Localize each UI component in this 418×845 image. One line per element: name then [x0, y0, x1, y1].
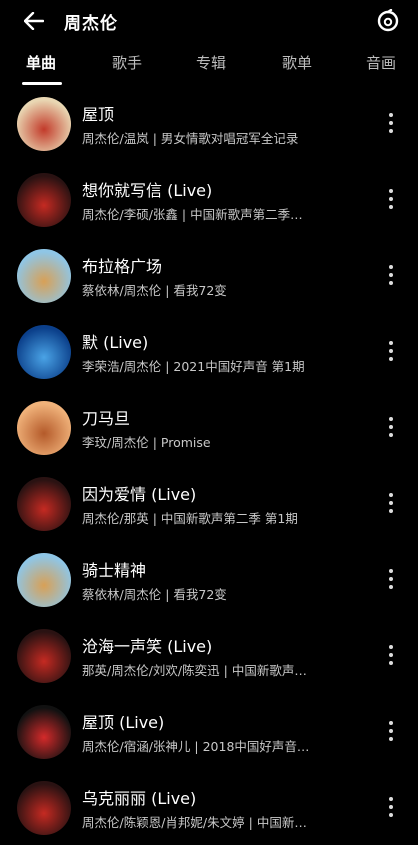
song-title: 刀马旦	[82, 409, 131, 428]
song-album: 男女情歌对唱冠军全记录	[160, 131, 299, 146]
song-row[interactable]: 屋顶 周杰伦/温岚 | 男女情歌对唱冠军全记录	[0, 85, 418, 161]
album-cover	[17, 553, 71, 607]
top-bar: 周杰伦	[0, 0, 418, 42]
meta-separator: |	[161, 587, 174, 602]
song-meta: 那英/周杰伦/刘欢/陈奕迅 | 中国新歌声…	[82, 660, 362, 679]
more-options-icon[interactable]	[386, 265, 396, 285]
more-options-icon[interactable]	[386, 113, 396, 133]
meta-separator: |	[148, 511, 161, 526]
song-meta: 李玟/周杰伦 | Promise	[82, 432, 362, 451]
meta-separator: |	[161, 359, 174, 374]
song-artists: 那英/周杰伦/刘欢/陈奕迅	[82, 663, 220, 678]
song-title: 因为爱情 (Live)	[82, 485, 197, 504]
album-cover	[17, 249, 71, 303]
meta-separator: |	[190, 739, 203, 754]
song-row[interactable]: 想你就写信 (Live) 周杰伦/李硕/张鑫 | 中国新歌声第二季…	[0, 161, 418, 237]
song-list: 屋顶 周杰伦/温岚 | 男女情歌对唱冠军全记录 想你就写信 (Live) 周杰伦…	[0, 85, 418, 845]
song-artists: 周杰伦/陈颖恩/肖邦妮/朱文婷	[82, 815, 245, 830]
song-meta: 蔡依林/周杰伦 | 看我72变	[82, 584, 362, 603]
album-cover	[17, 325, 71, 379]
meta-separator: |	[148, 131, 161, 146]
song-meta: 周杰伦/陈颖恩/肖邦妮/朱文婷 | 中国新…	[82, 812, 362, 831]
song-album: 看我72变	[173, 283, 227, 298]
song-artists: 李玟/周杰伦	[82, 435, 149, 450]
meta-separator: |	[161, 283, 174, 298]
song-title: 布拉格广场	[82, 257, 163, 276]
more-options-icon[interactable]	[386, 189, 396, 209]
more-options-icon[interactable]	[386, 797, 396, 817]
song-artists: 蔡依林/周杰伦	[82, 283, 162, 298]
song-artists: 周杰伦/那英	[82, 511, 149, 526]
album-cover	[17, 97, 71, 151]
song-title: 骑士精神	[82, 561, 147, 580]
song-row[interactable]: 沧海一声笑 (Live) 那英/周杰伦/刘欢/陈奕迅 | 中国新歌声…	[0, 617, 418, 693]
song-row[interactable]: 因为爱情 (Live) 周杰伦/那英 | 中国新歌声第二季 第1期	[0, 465, 418, 541]
song-row[interactable]: 乌克丽丽 (Live) 周杰伦/陈颖恩/肖邦妮/朱文婷 | 中国新…	[0, 769, 418, 845]
meta-separator: |	[244, 815, 257, 830]
meta-separator: |	[219, 663, 232, 678]
page-title: 周杰伦	[64, 13, 118, 34]
song-row[interactable]: 布拉格广场 蔡依林/周杰伦 | 看我72变	[0, 237, 418, 313]
song-row[interactable]: 刀马旦 李玟/周杰伦 | Promise	[0, 389, 418, 465]
tab-playlist[interactable]: 歌单	[282, 52, 312, 73]
song-artists: 周杰伦/温岚	[82, 131, 149, 146]
song-album: Promise	[160, 435, 211, 450]
song-album: 中国新歌声…	[231, 663, 307, 678]
song-row[interactable]: 屋顶 (Live) 周杰伦/宿涵/张神儿 | 2018中国好声音…	[0, 693, 418, 769]
back-arrow-icon[interactable]	[22, 9, 46, 33]
song-title: 屋顶 (Live)	[82, 713, 165, 732]
tab-bar: 单曲 歌手 专辑 歌单 音画	[0, 42, 418, 90]
song-title: 乌克丽丽 (Live)	[82, 789, 197, 808]
more-options-icon[interactable]	[386, 569, 396, 589]
song-meta: 周杰伦/李硕/张鑫 | 中国新歌声第二季…	[82, 204, 362, 223]
song-artists: 周杰伦/李硕/张鑫	[82, 207, 178, 222]
meta-separator: |	[177, 207, 191, 222]
more-options-icon[interactable]	[386, 721, 396, 741]
song-meta: 蔡依林/周杰伦 | 看我72变	[82, 280, 362, 299]
song-album: 2021中国好声音 第1期	[173, 359, 305, 374]
tab-album[interactable]: 专辑	[196, 52, 226, 73]
album-cover	[17, 173, 71, 227]
song-album: 中国新歌声第二季…	[190, 207, 303, 222]
tab-video[interactable]: 音画	[366, 52, 396, 73]
netease-music-logo-icon[interactable]	[376, 8, 400, 33]
tab-single[interactable]: 单曲	[26, 52, 56, 73]
song-artists: 周杰伦/宿涵/张神儿	[82, 739, 191, 754]
album-cover	[17, 477, 71, 531]
album-cover	[17, 401, 71, 455]
tab-artist[interactable]: 歌手	[112, 52, 142, 73]
more-options-icon[interactable]	[386, 493, 396, 513]
song-row[interactable]: 默 (Live) 李荣浩/周杰伦 | 2021中国好声音 第1期	[0, 313, 418, 389]
song-meta: 周杰伦/那英 | 中国新歌声第二季 第1期	[82, 508, 362, 527]
song-album: 2018中国好声音…	[202, 739, 310, 754]
song-artists: 蔡依林/周杰伦	[82, 587, 162, 602]
album-cover	[17, 629, 71, 683]
more-options-icon[interactable]	[386, 341, 396, 361]
song-title: 想你就写信 (Live)	[82, 181, 213, 200]
song-album: 看我72变	[173, 587, 227, 602]
album-cover	[17, 781, 71, 835]
song-meta: 周杰伦/宿涵/张神儿 | 2018中国好声音…	[82, 736, 362, 755]
album-cover	[17, 705, 71, 759]
song-meta: 周杰伦/温岚 | 男女情歌对唱冠军全记录	[82, 128, 362, 147]
song-album: 中国新…	[256, 815, 307, 830]
more-options-icon[interactable]	[386, 417, 396, 437]
song-artists: 李荣浩/周杰伦	[82, 359, 162, 374]
song-title: 沧海一声笑 (Live)	[82, 637, 213, 656]
more-options-icon[interactable]	[386, 645, 396, 665]
song-row[interactable]: 骑士精神 蔡依林/周杰伦 | 看我72变	[0, 541, 418, 617]
song-album: 中国新歌声第二季 第1期	[160, 511, 298, 526]
meta-separator: |	[148, 435, 161, 450]
song-meta: 李荣浩/周杰伦 | 2021中国好声音 第1期	[82, 356, 362, 375]
song-title: 屋顶	[82, 105, 115, 124]
song-title: 默 (Live)	[82, 333, 149, 352]
